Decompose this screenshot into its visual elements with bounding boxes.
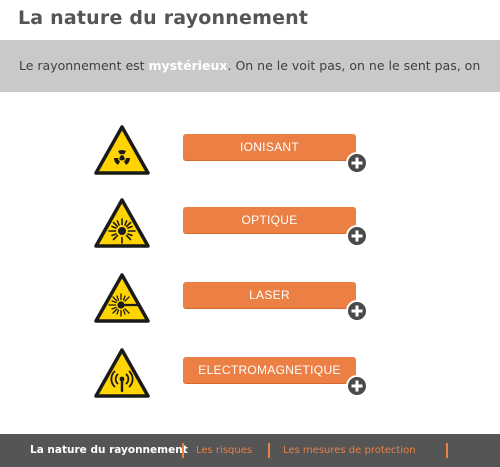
- expand-plus-icon[interactable]: [346, 152, 368, 174]
- nav-link-risques[interactable]: Les risques: [196, 434, 252, 467]
- expand-plus-icon[interactable]: [346, 225, 368, 247]
- optical-radiation-icon: [94, 198, 150, 248]
- intro-band: Le rayonnement est mystérieux. On ne le …: [0, 40, 500, 92]
- category-row-ionisant: IONISANT: [0, 125, 500, 195]
- category-row-laser: LASER: [0, 273, 500, 343]
- electromagnetic-wave-icon: [94, 348, 150, 398]
- page-title: La nature du rayonnement: [18, 7, 309, 29]
- nav-separator: [446, 443, 448, 458]
- intro-text: Le rayonnement est mystérieux. On ne le …: [19, 58, 480, 73]
- nav-separator: [182, 443, 184, 458]
- intro-text-start: Le rayonnement est: [19, 58, 149, 73]
- category-button-electromagnetique[interactable]: ELECTROMAGNETIQUE: [183, 357, 356, 383]
- category-button-ionisant[interactable]: IONISANT: [183, 134, 356, 160]
- category-button-optique[interactable]: OPTIQUE: [183, 207, 356, 233]
- intro-highlight: mystérieux: [148, 58, 228, 73]
- expand-plus-icon[interactable]: [346, 375, 368, 397]
- nav-separator: [268, 443, 270, 458]
- category-button-laser[interactable]: LASER: [183, 282, 356, 308]
- nav-current-page: La nature du rayonnement: [30, 444, 188, 456]
- laser-icon: [94, 273, 150, 323]
- nav-link-mesures-protection[interactable]: Les mesures de protection: [283, 434, 416, 467]
- footer-nav: La nature du rayonnement Les risques Les…: [0, 434, 500, 467]
- intro-text-end: . On ne le voit pas, on ne le sent pas, …: [227, 58, 481, 73]
- category-row-electromagnetique: ELECTROMAGNETIQUE: [0, 348, 500, 418]
- category-row-optique: OPTIQUE: [0, 198, 500, 268]
- expand-plus-icon[interactable]: [346, 300, 368, 322]
- radiation-trefoil-icon: [94, 125, 150, 175]
